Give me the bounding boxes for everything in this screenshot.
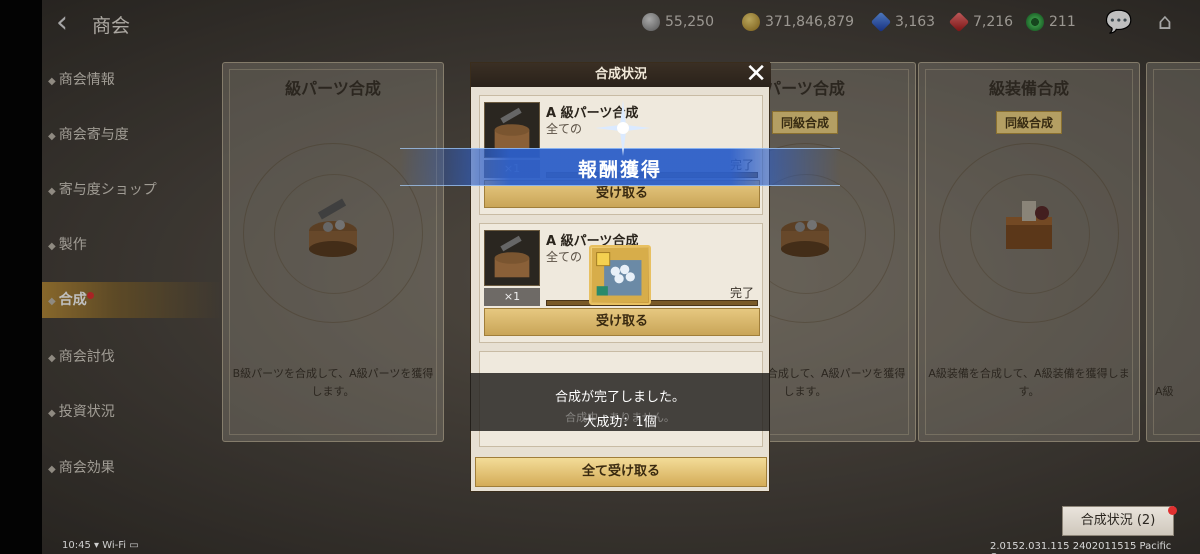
- result-toast: 合成が完了しました。 合成中…ありません。 大成功：1個: [470, 373, 770, 431]
- quantity-label: ×1: [484, 288, 540, 306]
- dialog-header: 合成状況 ✕: [471, 61, 771, 87]
- notification-dot: [1168, 506, 1177, 515]
- entry-subtitle: 全ての: [546, 250, 583, 264]
- synthesis-status-button[interactable]: 合成状況 (2): [1062, 506, 1174, 536]
- reward-item-icon[interactable]: [589, 245, 651, 305]
- claim-all-button[interactable]: 全て受け取る: [475, 457, 767, 487]
- battery-icon: ▭: [129, 540, 139, 551]
- dialog-title: 合成状況: [594, 67, 647, 82]
- reward-banner-text: 報酬獲得: [577, 159, 662, 181]
- toast-message: 合成が完了しました。: [554, 390, 685, 405]
- entry-status: 完了: [729, 286, 754, 300]
- clock: 10:45: [62, 540, 91, 551]
- version-text: 2.0152.031.115 2402011515 Pacific Ocean: [990, 541, 1172, 554]
- claim-button[interactable]: 受け取る: [484, 308, 760, 336]
- wifi-icon: ▾: [94, 540, 103, 551]
- entry-subtitle: 全ての: [546, 122, 583, 136]
- progress-bar: [546, 300, 758, 306]
- game-screen: ‹ 商会 55,250 371,846,879 3,163 7,216 211 …: [0, 0, 1200, 554]
- parts-barrel-icon: [484, 230, 540, 286]
- toast-result: 大成功：1個: [583, 415, 657, 430]
- close-icon[interactable]: ✕: [745, 61, 767, 87]
- sparkle-icon: [595, 100, 651, 156]
- system-status: 10:45 ▾ Wi-Fi ▭: [62, 540, 139, 551]
- wifi-label: Wi-Fi: [102, 540, 127, 551]
